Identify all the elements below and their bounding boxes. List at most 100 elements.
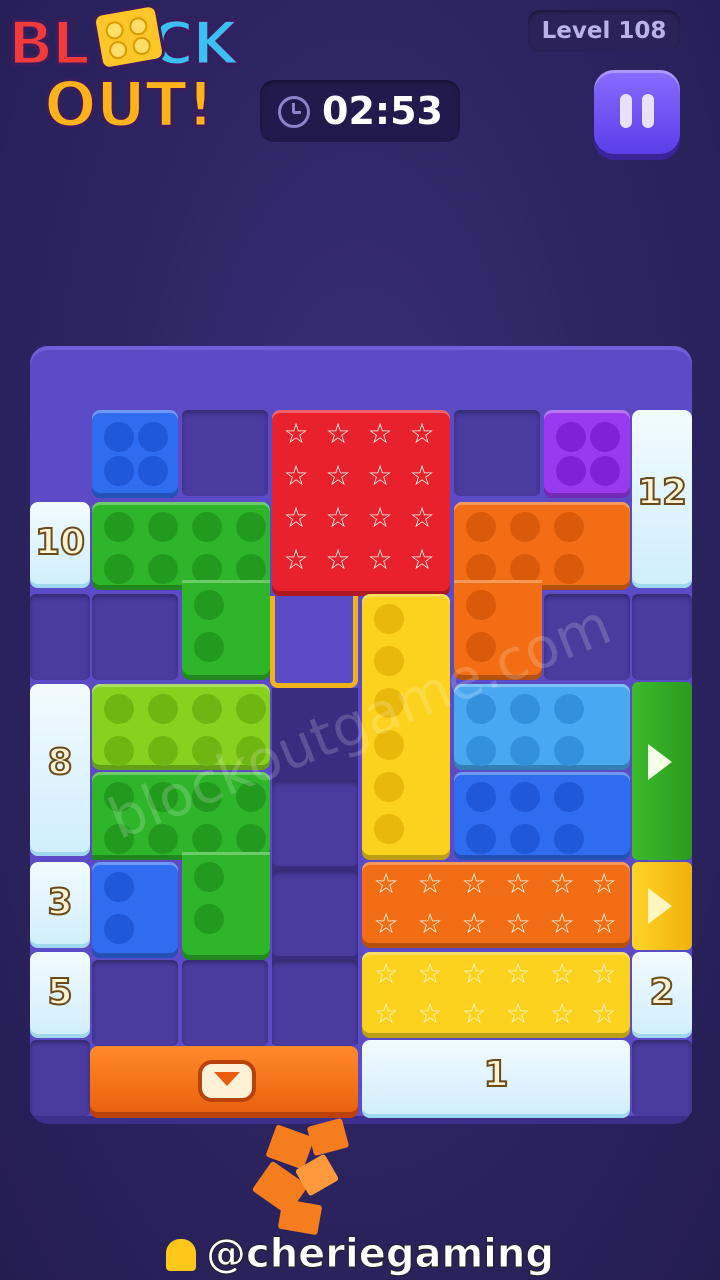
star-icon: ☆: [549, 867, 575, 900]
stud: [236, 512, 266, 542]
block-purple-small[interactable]: [544, 410, 630, 498]
arrow-right-icon: [648, 744, 672, 780]
star-icon: ☆: [325, 543, 351, 576]
stud: [510, 694, 540, 724]
stud: [374, 772, 404, 802]
stud: [148, 512, 178, 542]
star-icon: ☆: [283, 417, 309, 450]
stud: [192, 824, 222, 854]
block-blue-bar[interactable]: [454, 772, 630, 860]
star-icon: ☆: [325, 459, 351, 492]
block-blue-small[interactable]: [92, 410, 178, 498]
stud: [104, 694, 134, 724]
stud: [194, 632, 224, 662]
stud: [192, 694, 222, 724]
star-icon: ☆: [461, 867, 487, 900]
gate-counter: 12: [636, 471, 688, 514]
star-icon: ☆: [373, 997, 399, 1030]
stud: [554, 824, 584, 854]
stud: [466, 782, 496, 812]
star-icon: ☆: [461, 997, 487, 1030]
star-icon: ☆: [505, 867, 531, 900]
clock-icon: [278, 96, 310, 128]
star-icon: ☆: [367, 459, 393, 492]
stud: [104, 914, 134, 944]
star-icon: ☆: [325, 501, 351, 534]
creator-credit: @cheriegaming: [0, 1228, 720, 1280]
stud: [192, 512, 222, 542]
credit-text: @cheriegaming: [205, 1231, 554, 1278]
star-icon: ☆: [461, 907, 487, 940]
gate-counter: 8: [46, 741, 73, 784]
target-slot-highlight: [270, 596, 358, 688]
pause-icon-bar: [642, 94, 654, 128]
block-green-l2-stem[interactable]: [182, 852, 270, 960]
stud: [104, 554, 134, 584]
star-icon: ☆: [549, 957, 575, 990]
star-icon: ☆: [283, 543, 309, 576]
empty-cell: [92, 960, 178, 1046]
star-icon: ☆: [417, 867, 443, 900]
empty-cell: [30, 594, 90, 680]
empty-cell: [632, 1040, 692, 1116]
stud: [138, 456, 168, 486]
star-icon: ☆: [367, 501, 393, 534]
exit-green: [632, 682, 692, 860]
star-icon: ☆: [591, 867, 617, 900]
stud: [194, 862, 224, 892]
star-icon: ☆: [461, 957, 487, 990]
logo-line-2: OUT!: [43, 68, 217, 141]
gate-left-10: 10: [30, 502, 90, 588]
star-icon: ☆: [409, 417, 435, 450]
stud: [466, 512, 496, 542]
stud: [138, 422, 168, 452]
stud: [148, 554, 178, 584]
gate-counter: 10: [34, 521, 86, 564]
stud: [554, 554, 584, 584]
empty-cell: [30, 1040, 90, 1116]
star-icon: ☆: [283, 501, 309, 534]
logo-letters-bl: BL: [7, 9, 92, 79]
star-icon: ☆: [367, 417, 393, 450]
logo-brick-icon: [91, 2, 167, 72]
pause-button[interactable]: [594, 70, 680, 154]
arrow-right-icon: [648, 888, 672, 924]
stud: [590, 456, 620, 486]
stud: [194, 590, 224, 620]
stud: [236, 824, 266, 854]
star-icon: ☆: [373, 957, 399, 990]
star-icon: ☆: [417, 997, 443, 1030]
stud: [554, 512, 584, 542]
star-icon: ☆: [591, 957, 617, 990]
stud: [590, 422, 620, 452]
block-red-star[interactable]: ☆ ☆ ☆ ☆ ☆ ☆ ☆ ☆ ☆ ☆ ☆ ☆ ☆ ☆ ☆ ☆: [272, 410, 450, 596]
block-green-l-stem[interactable]: [182, 580, 270, 680]
empty-cell: [92, 594, 178, 680]
gate-bottom-1: 1: [362, 1040, 630, 1118]
star-icon: ☆: [409, 543, 435, 576]
stud: [374, 814, 404, 844]
stud: [554, 736, 584, 766]
star-icon: ☆: [505, 957, 531, 990]
stud: [554, 694, 584, 724]
block-yellow-star[interactable]: ☆ ☆ ☆ ☆ ☆ ☆ ☆ ☆ ☆ ☆ ☆ ☆: [362, 952, 630, 1038]
block-green-l-top[interactable]: [92, 502, 270, 590]
block-orange-star[interactable]: ☆ ☆ ☆ ☆ ☆ ☆ ☆ ☆ ☆ ☆ ☆ ☆: [362, 862, 630, 948]
star-icon: ☆: [367, 543, 393, 576]
stud: [104, 736, 134, 766]
level-indicator: Level 108: [528, 10, 680, 52]
gate-counter: 1: [482, 1053, 509, 1096]
stud: [148, 694, 178, 724]
stud: [510, 736, 540, 766]
star-icon: ☆: [591, 997, 617, 1030]
stud: [104, 512, 134, 542]
block-orange-l-top[interactable]: [454, 502, 630, 590]
star-icon: ☆: [373, 907, 399, 940]
stud: [556, 456, 586, 486]
block-blue-small-2[interactable]: [92, 862, 178, 958]
stud: [556, 422, 586, 452]
star-icon: ☆: [409, 501, 435, 534]
gate-right-12: 12: [632, 410, 692, 588]
star-icon: ☆: [409, 459, 435, 492]
stud: [466, 736, 496, 766]
